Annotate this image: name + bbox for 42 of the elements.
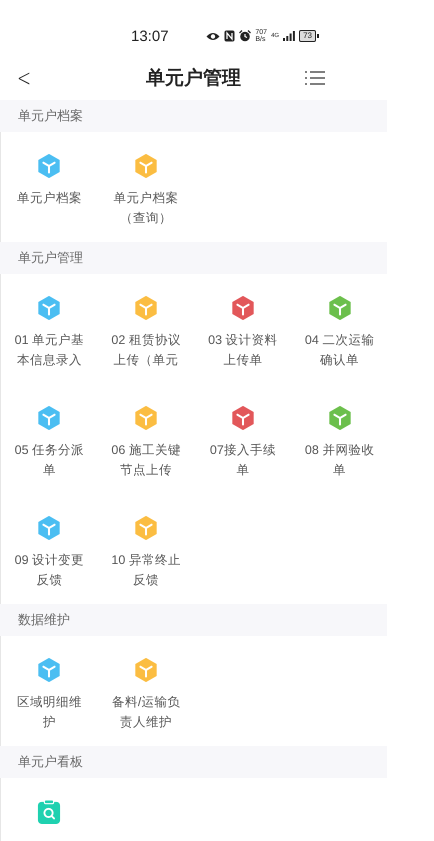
cube-icon[interactable] [36, 295, 62, 321]
menu-item-label[interactable]: 07接入手续单 [204, 440, 281, 480]
menu-item-label[interactable]: 区域明细维护 [11, 692, 88, 732]
cube-icon[interactable] [36, 405, 62, 431]
section-header: 单元户档案 [0, 100, 387, 132]
cube-icon[interactable] [133, 657, 160, 683]
battery-level: 73 [299, 30, 316, 42]
cube-icon[interactable] [326, 405, 353, 431]
status-time: 13:07 [131, 28, 169, 44]
menu-item-label[interactable]: 09 设计变更反馈 [11, 550, 88, 590]
menu-item-label[interactable]: 06 施工关键节点上传 [108, 440, 184, 480]
menu-item-label[interactable]: 01 单元户基本信息录入 [11, 330, 88, 370]
menu-item-label[interactable]: 单元户档案（查询） [108, 188, 184, 228]
cube-icon[interactable] [36, 153, 62, 179]
cube-icon[interactable] [36, 515, 62, 541]
cube-icon[interactable] [230, 405, 256, 431]
cube-icon[interactable] [326, 295, 353, 321]
cube-icon[interactable] [133, 295, 160, 321]
cube-icon[interactable] [230, 295, 256, 321]
section-header: 单元户看板 [0, 746, 387, 778]
cube-icon[interactable] [133, 153, 160, 179]
back-button[interactable]: < [17, 65, 32, 91]
signal-icon [283, 31, 296, 41]
menu-item-label[interactable]: 单元户档案 [11, 188, 88, 208]
menu-item-label[interactable]: 03 设计资料上传单 [204, 330, 281, 370]
menu-item-label[interactable]: 02 租赁协议上传（单元 [108, 330, 184, 370]
section-header: 数据维护 [0, 604, 387, 636]
cube-icon[interactable] [133, 405, 160, 431]
page-title: 单元户管理 [146, 68, 241, 89]
cube-icon[interactable] [133, 515, 160, 541]
menu-item-label[interactable]: 04 二次运输确认单 [302, 330, 378, 370]
menu-item-label[interactable]: 05 任务分派单 [11, 440, 88, 480]
menu-icon[interactable] [305, 71, 325, 85]
menu-item-label[interactable]: 08 并网验收单 [302, 440, 378, 480]
nfc-icon [224, 30, 236, 42]
menu-item-label[interactable]: 备料/运输负责人维护 [108, 692, 184, 732]
cube-icon[interactable] [36, 657, 62, 683]
alarm-icon [239, 30, 252, 42]
clipboard-search-icon[interactable] [37, 799, 62, 825]
eye-icon [206, 32, 220, 40]
menu-item-label[interactable]: 10 异常终止反馈 [108, 550, 184, 590]
section-header: 单元户管理 [0, 242, 387, 274]
